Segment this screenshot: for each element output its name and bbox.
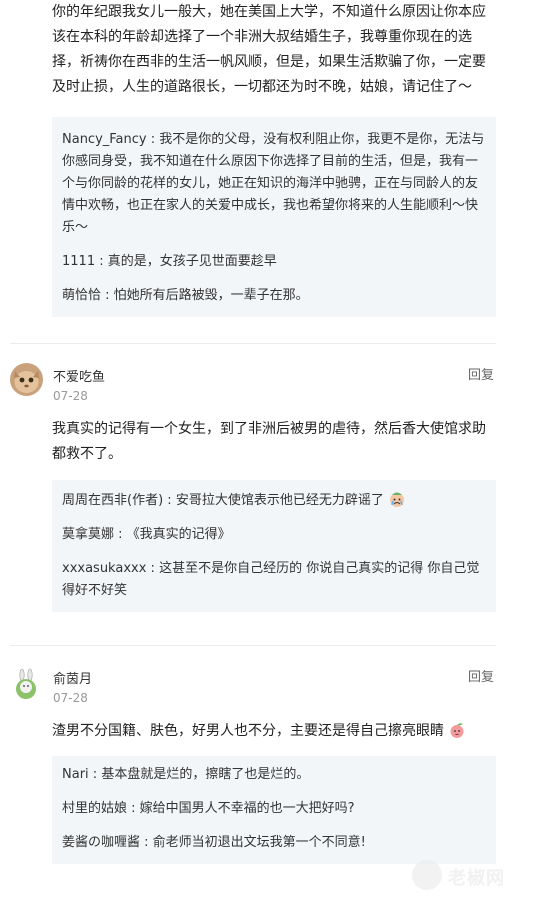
reply-author[interactable]: Nancy_Fancy — [62, 132, 147, 147]
reply-button[interactable]: 回复 — [468, 666, 494, 685]
watermark: 老椒网 — [412, 858, 542, 892]
comment-date: 07-28 — [53, 389, 88, 403]
reply-text: 怕她所有后路被毁，一辈子在那。 — [113, 288, 309, 303]
reply-author[interactable]: 1111 — [62, 254, 95, 269]
reply-author[interactable]: Nari — [62, 767, 89, 782]
comment-text: 渣男不分国籍、肤色，好男人也不分，主要还是得自己擦亮眼睛 — [52, 723, 444, 739]
reply-item: 村里的姑娘 : 嫁给中国男人不幸福的也一大把好吗? — [62, 801, 355, 816]
reply-item: 姜酱の咖喱酱 : 俞老师当初退出文坛我第一个不同意! — [62, 835, 366, 850]
reply-item: 萌恰恰 : 怕她所有后路被毁，一辈子在那。 — [62, 288, 309, 303]
reply-item: 1111 : 真的是，女孩子见世面要趁早 — [62, 254, 277, 269]
reply-box: 周周在西非(作者) : 安哥拉大使馆表示他已经无力辟谣了 莫拿莫娜 : 《我真实… — [52, 480, 496, 612]
comment-author[interactable]: 不爱吃鱼 — [53, 366, 105, 385]
reply-button[interactable]: 回复 — [468, 364, 494, 383]
reply-text: 基本盘就是烂的，擦瞎了也是烂的。 — [101, 767, 310, 782]
peach-emoji — [448, 721, 466, 739]
reply-item: Nari : 基本盘就是烂的，擦瞎了也是烂的。 — [62, 767, 310, 782]
reply-text: 安哥拉大使馆表示他已经无力辟谣了 — [175, 493, 384, 508]
cat-avatar[interactable] — [10, 363, 43, 396]
reply-text: 《我真实的记得》 — [126, 527, 231, 542]
divider — [10, 645, 496, 646]
reply-author[interactable]: 村里的姑娘 — [62, 801, 127, 816]
comment-body: 渣男不分国籍、肤色，好男人也不分，主要还是得自己擦亮眼睛 — [52, 719, 492, 744]
reply-box: Nancy_Fancy : 我不是你的父母，没有权利阻止你，我更不是你，无法与你… — [52, 117, 496, 317]
reply-text: 俞老师当初退出文坛我第一个不同意! — [152, 835, 366, 850]
reply-text: 我不是你的父母，没有权利阻止你，我更不是你，无法与你感同身受，我不知道在什么原因… — [62, 132, 485, 235]
reply-author[interactable]: 萌恰恰 — [62, 288, 101, 303]
reply-author[interactable]: xxxasukaxxx — [62, 561, 146, 576]
reply-text: 嫁给中国男人不幸福的也一大把好吗? — [139, 801, 355, 816]
reply-author[interactable]: 周周在西非(作者) — [62, 493, 163, 508]
reply-author[interactable]: 姜酱の咖喱酱 — [62, 835, 140, 850]
rabbit-avatar[interactable] — [10, 668, 43, 701]
comment-body: 我真实的记得有一个女生，到了非洲后被男的虐待，然后香大使馆求助都救不了。 — [52, 421, 486, 462]
reply-item: 莫拿莫娜 : 《我真实的记得》 — [62, 527, 231, 542]
reply-box: Nari : 基本盘就是烂的，擦瞎了也是烂的。 村里的姑娘 : 嫁给中国男人不幸… — [52, 756, 496, 864]
reply-author[interactable]: 莫拿莫娜 — [62, 527, 114, 542]
comment-body: 你的年纪跟我女儿一般大，她在美国上大学，不知道什么原因让你本应该在本科的年龄却选… — [52, 4, 486, 95]
watermark-logo-icon — [412, 860, 442, 890]
comment-author[interactable]: 俞茵月 — [53, 668, 92, 687]
reply-text: 真的是，女孩子见世面要趁早 — [107, 254, 277, 269]
watermark-text: 老椒网 — [448, 868, 505, 889]
reply-item: Nancy_Fancy : 我不是你的父母，没有权利阻止你，我更不是你，无法与你… — [62, 132, 485, 235]
reply-item: 周周在西非(作者) : 安哥拉大使馆表示他已经无力辟谣了 — [62, 490, 486, 512]
crying-emoji — [388, 490, 406, 508]
divider — [10, 343, 496, 344]
comment-date: 07-28 — [53, 691, 88, 705]
reply-item: xxxasukaxxx : 这甚至不是你自己经历的 你说自己真实的记得 你自己觉… — [62, 561, 480, 598]
